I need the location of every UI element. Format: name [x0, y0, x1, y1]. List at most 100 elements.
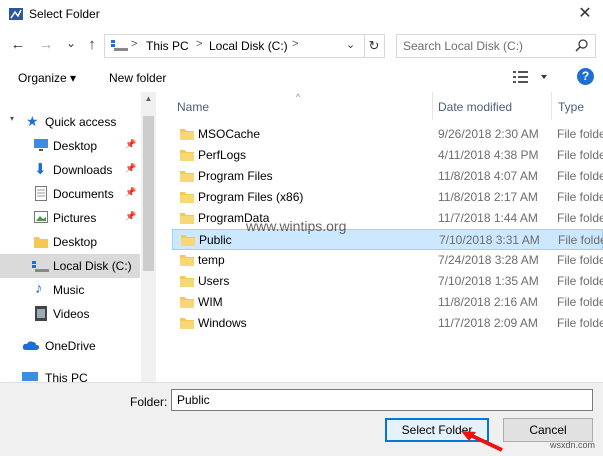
column-divider[interactable] [551, 92, 552, 120]
file-date: 7/24/2018 3:28 AM [438, 253, 539, 267]
back-button[interactable]: ← [9, 35, 27, 55]
column-header-name[interactable]: Name [177, 100, 209, 114]
organize-button[interactable]: Organize ▾ [18, 71, 76, 85]
music-icon: ♪ [35, 280, 43, 297]
corner-watermark: wsxdn.com [550, 440, 596, 450]
column-header-date[interactable]: Date modified [438, 100, 512, 114]
search-box[interactable]: Search Local Disk (C:) [396, 34, 596, 58]
folder-icon [180, 192, 194, 203]
pc-icon [22, 372, 38, 381]
file-name: temp [198, 253, 225, 267]
watermark-text: www.wintips.org [246, 218, 347, 234]
sidebar-item-music[interactable]: ♪ Music [0, 278, 140, 302]
file-type: File folder [557, 316, 603, 330]
cloud-icon [22, 341, 40, 350]
file-date: 11/8/2018 2:16 AM [438, 295, 538, 309]
sidebar-item-documents[interactable]: Documents 📌 [0, 182, 140, 206]
file-type: File folder [557, 211, 603, 225]
folder-icon [181, 235, 195, 246]
folder-icon [180, 297, 194, 308]
breadcrumb-local-disk[interactable]: Local Disk (C:) [209, 39, 288, 53]
breadcrumb-separator: > [131, 38, 138, 50]
search-icon [575, 39, 588, 52]
folder-icon [180, 150, 194, 161]
navigation-pane: ▾ ★ Quick access Desktop 📌 ⬇ Downloads 📌… [0, 92, 156, 382]
sidebar-item-quick-access[interactable]: ▾ ★ Quick access [0, 110, 140, 134]
sidebar-item-pictures[interactable]: Pictures 📌 [0, 206, 140, 230]
window-title: Select Folder [29, 7, 100, 21]
pin-icon: 📌 [125, 187, 137, 197]
folder-icon [180, 213, 194, 224]
sidebar-item-label: This PC [45, 371, 88, 382]
table-row[interactable]: MSOCache 9/26/2018 2:30 AM File folder [172, 124, 603, 145]
file-name: Program Files [198, 169, 273, 183]
column-header-type[interactable]: Type [558, 100, 584, 114]
documents-icon [35, 186, 47, 201]
close-button[interactable]: ✕ [570, 2, 600, 26]
sidebar-item-label: Documents [53, 187, 114, 201]
file-name: Users [198, 274, 230, 288]
recent-locations-button[interactable]: ⌄ [62, 33, 80, 53]
file-type: File folder [557, 169, 603, 183]
file-date: 4/11/2018 4:38 PM [438, 148, 539, 162]
column-divider[interactable] [432, 92, 433, 120]
folder-name-input[interactable]: Public [171, 389, 593, 411]
file-type: File folder [557, 274, 603, 288]
up-button[interactable]: ↑ [83, 35, 101, 55]
file-type: File folder [558, 233, 603, 247]
folder-icon [180, 129, 194, 140]
table-row[interactable]: Program Files 11/8/2018 4:07 AM File folde… [172, 166, 603, 187]
file-type: File folder [557, 253, 603, 267]
sidebar-item-desktop-pinned[interactable]: Desktop 📌 [0, 134, 140, 158]
table-row[interactable]: ProgramData11/7/2018 1:44 AMFile folder [172, 208, 603, 229]
file-name: MSOCache [198, 127, 261, 141]
sidebar-item-desktop[interactable]: Desktop [0, 230, 140, 254]
chevron-down-icon[interactable]: ⌄ [346, 38, 355, 51]
sidebar-item-label: Quick access [45, 115, 117, 129]
table-row[interactable]: WIM 11/8/2018 2:16 AM File folder [172, 292, 603, 313]
sidebar-item-downloads[interactable]: ⬇ Downloads 📌 [0, 158, 140, 182]
arrow-pointer-icon [461, 431, 503, 452]
table-row[interactable]: PerfLogs 4/11/2018 4:38 PM File folder [172, 145, 603, 166]
table-row[interactable]: Windows 11/7/2018 2:09 AM File folder [172, 313, 603, 334]
table-row[interactable]: temp 7/24/2018 3:28 AM File folder [172, 250, 603, 271]
file-date: 9/26/2018 2:30 AM [438, 127, 539, 141]
file-name: Windows [198, 316, 247, 330]
search-input[interactable]: Search Local Disk (C:) [403, 39, 523, 53]
file-type: File folder [557, 295, 603, 309]
refresh-button[interactable]: ↻ [364, 34, 385, 58]
sidebar-scrollbar-thumb[interactable] [143, 116, 154, 271]
folder-label: Folder: [130, 395, 168, 409]
sidebar-item-this-pc[interactable]: This PC [0, 366, 140, 382]
file-date: 7/10/2018 1:35 AM [438, 274, 539, 288]
sidebar-item-label: Videos [53, 307, 90, 321]
sidebar-item-onedrive[interactable]: OneDrive [0, 334, 140, 358]
folder-icon [180, 255, 194, 266]
folder-icon [180, 171, 194, 182]
forward-button[interactable]: → [37, 35, 55, 55]
file-name: Program Files (x86) [198, 190, 304, 204]
view-options-icon[interactable] [513, 71, 549, 83]
new-folder-button[interactable]: New folder [109, 71, 166, 85]
chevron-down-icon[interactable]: ▾ [10, 114, 14, 123]
sidebar-item-videos[interactable]: Videos [0, 302, 140, 326]
sidebar-item-label: OneDrive [45, 339, 96, 353]
address-bar[interactable]: > This PC > Local Disk (C:) > ⌄ [104, 34, 365, 58]
table-row[interactable]: Program Files (x86) 11/8/2018 2:17 AM File… [172, 187, 603, 208]
breadcrumb-this-pc[interactable]: This PC [146, 39, 189, 53]
sidebar-item-label: Desktop [53, 139, 98, 153]
breadcrumb-separator: > [292, 38, 299, 50]
pin-icon: 📌 [125, 211, 137, 221]
sidebar-item-local-disk[interactable]: Local Disk (C:) [0, 254, 140, 278]
file-type: File folder [557, 148, 603, 162]
scroll-up-icon[interactable]: ▲ [141, 94, 156, 103]
cancel-button[interactable]: Cancel [503, 418, 593, 442]
help-icon[interactable]: ? [577, 68, 594, 85]
videos-icon [35, 306, 47, 321]
table-row[interactable]: Public 7/10/2018 3:31 AM File folder [172, 229, 603, 250]
drive-icon [111, 40, 128, 51]
star-icon: ★ [26, 113, 39, 129]
sidebar-item-label: Local Disk (C:) [53, 259, 132, 273]
table-row[interactable]: Users 7/10/2018 1:35 AM File folder [172, 271, 603, 292]
app-icon [9, 8, 23, 20]
